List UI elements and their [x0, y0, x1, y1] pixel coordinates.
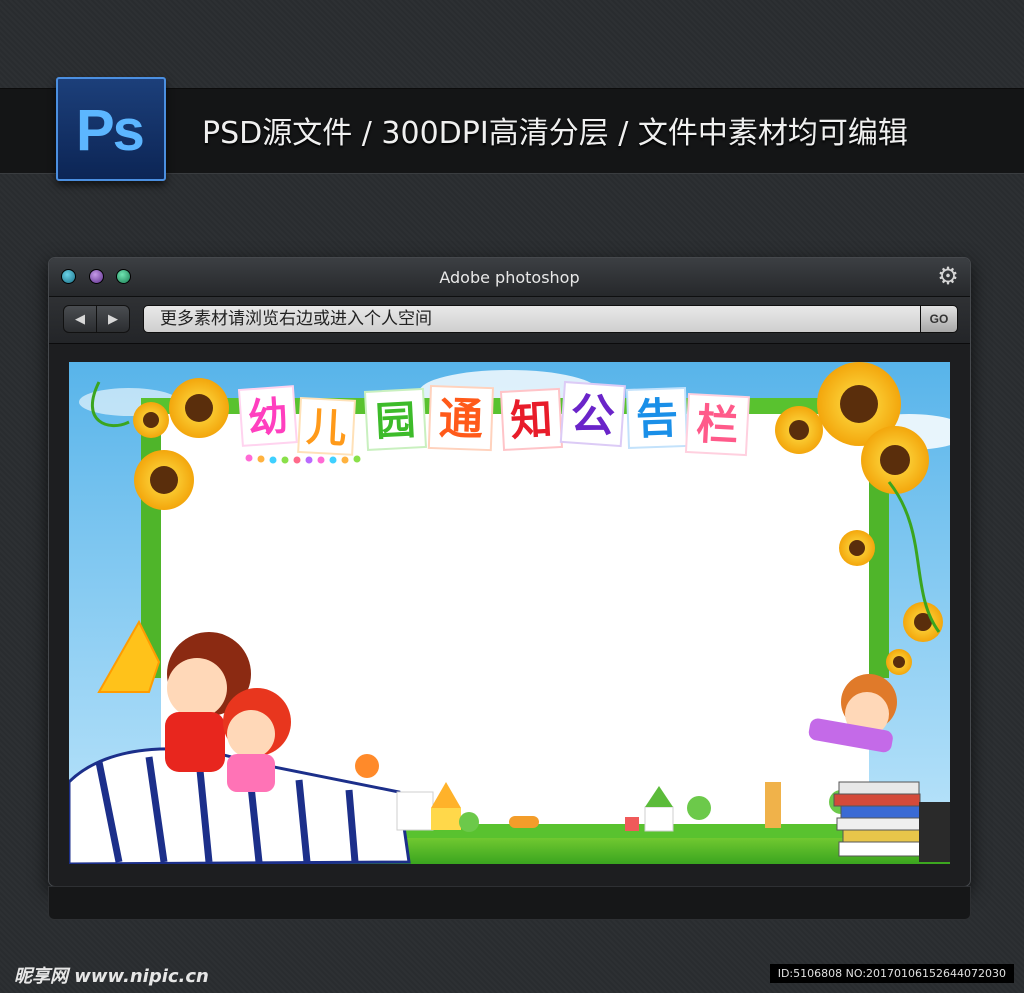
girl-dress [227, 754, 275, 792]
address-bar[interactable]: 更多素材请浏览右边或进入个人空间 [143, 305, 921, 333]
banner-tile: 儿 [297, 396, 356, 456]
gear-icon[interactable]: ⚙ [936, 265, 960, 289]
photoshop-logo-icon: Ps [56, 77, 166, 181]
content-image: 幼 儿 园 通 知 公 告 栏 [69, 362, 950, 864]
deco-dot [341, 456, 349, 464]
girl-face [227, 710, 275, 758]
sunflower [886, 649, 912, 675]
banner-tile: 幼 [237, 385, 298, 447]
sunflower [134, 450, 194, 510]
deco-dot [281, 456, 289, 464]
window-footer [48, 886, 971, 920]
deco-dot [293, 456, 301, 464]
go-button[interactable]: GO [920, 305, 958, 333]
window-title: Adobe photoshop [439, 268, 580, 287]
back-button[interactable]: ◀ [63, 305, 97, 333]
app-window: Adobe photoshop ⚙ ◀ ▶ 更多素材请浏览右边或进入个人空间 G… [48, 257, 971, 887]
deco-dot [305, 456, 313, 464]
small-sun [355, 754, 379, 778]
sunflower [861, 426, 929, 494]
forward-button[interactable]: ▶ [96, 305, 130, 333]
banner-char: 园 [374, 397, 416, 445]
sunflower [839, 530, 875, 566]
deco-dot [245, 454, 253, 462]
banner-tile: 知 [499, 387, 564, 451]
sunflower [903, 602, 943, 642]
kindergarten-notice-board: 幼 儿 园 通 知 公 告 栏 [69, 362, 950, 864]
banner-char: 儿 [305, 404, 347, 452]
title-bar: Adobe photoshop ⚙ [49, 258, 970, 297]
deco-dot [353, 455, 361, 463]
deco-dot [329, 456, 337, 464]
banner-tile: 告 [625, 386, 689, 449]
banner-char: 栏 [695, 399, 740, 450]
banner-char: 公 [569, 389, 616, 443]
banner-char: 知 [509, 394, 554, 445]
graduation-cap [919, 802, 950, 862]
boy-face [167, 658, 227, 718]
banner-tile: 园 [363, 387, 428, 451]
deco-dot [257, 455, 265, 463]
banner-tile: 通 [427, 384, 494, 452]
site-watermark: 昵享网 www.nipic.cn [14, 966, 209, 987]
boy-shirt [165, 712, 225, 772]
image-id-label: ID:5106808 NO:20170106152644072030 [769, 964, 1014, 983]
page-title: PSD源文件 / 300DPI高清分层 / 文件中素材均可编辑 [202, 116, 908, 151]
sunflower [133, 402, 169, 438]
toy-car [509, 816, 539, 828]
banner-tile: 公 [559, 380, 626, 448]
banner-char: 通 [438, 393, 484, 446]
sunflower [775, 406, 823, 454]
banner-tile: 栏 [684, 392, 750, 457]
deco-dot [269, 456, 277, 464]
sunflower [169, 378, 229, 438]
photoshop-logo-text: Ps [76, 98, 145, 163]
giraffe [765, 782, 781, 828]
navigation-bar: ◀ ▶ 更多素材请浏览右边或进入个人空间 GO [49, 297, 970, 344]
deco-dot [317, 456, 325, 464]
banner-char: 告 [635, 393, 679, 443]
banner-char: 幼 [246, 394, 289, 443]
